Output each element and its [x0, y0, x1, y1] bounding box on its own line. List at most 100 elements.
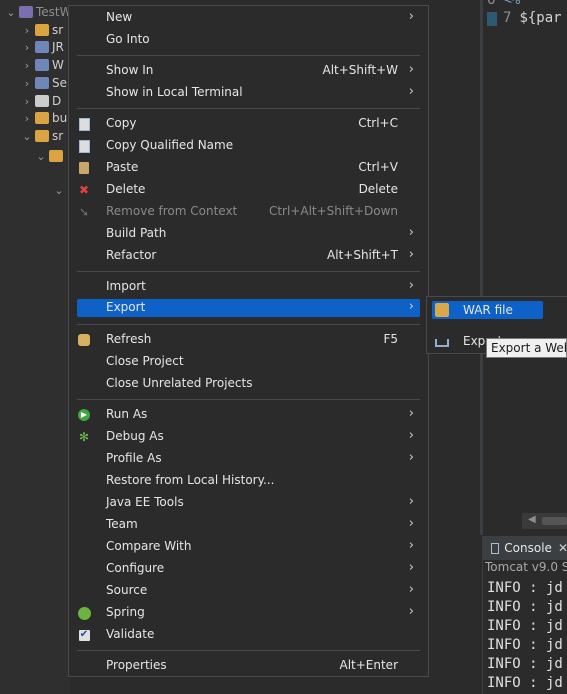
close-icon[interactable]: ✕ [558, 541, 567, 555]
menu-item-restore-from-local-history[interactable]: Restore from Local History... [77, 470, 420, 492]
chevron-right-icon[interactable]: › [22, 95, 32, 108]
project-explorer: ⌄ TestW › sr › JR › W › Se › D › bu ⌄ sr… [0, 0, 72, 694]
menu-item-shortcut: Ctrl+C [358, 116, 398, 130]
context-menu: New › Go Into Show In Alt+Shift+W › Show… [68, 5, 429, 677]
submenu-item-export[interactable]: Export [432, 332, 502, 350]
menu-item-debug-as[interactable]: ✻ Debug As › [77, 426, 420, 448]
tree-row[interactable]: ⌄ sr [22, 126, 63, 146]
menu-item-paste[interactable]: Paste Ctrl+V [77, 157, 420, 179]
menu-item-source[interactable]: Source › [77, 580, 420, 602]
menu-item-java-ee-tools[interactable]: Java EE Tools › [77, 492, 420, 514]
menu-item-run-as[interactable]: ▶ Run As › [77, 404, 420, 426]
menu-item-new[interactable]: New › [77, 7, 420, 29]
menu-item-compare-with[interactable]: Compare With › [77, 536, 420, 558]
menu-item-label: Team [106, 517, 138, 531]
code-editor[interactable]: 6 <% 7 ${par [480, 0, 567, 535]
tree-label: D [52, 94, 62, 108]
chevron-right-icon: › [408, 516, 414, 531]
tree-label: Se [52, 76, 67, 90]
chevron-right-icon[interactable]: › [22, 41, 32, 54]
menu-item-configure[interactable]: Configure › [77, 558, 420, 580]
menu-item-label: Go Into [106, 32, 150, 46]
chevron-down-icon[interactable]: ⌄ [6, 6, 16, 19]
menu-item-close-project[interactable]: Close Project [77, 351, 420, 373]
menu-item-label: Paste [106, 160, 139, 174]
folder-icon [35, 112, 49, 124]
menu-item-shortcut: Ctrl+V [358, 160, 398, 174]
editor-line: 7 ${par [503, 10, 562, 26]
tree-row[interactable]: › W [22, 55, 64, 75]
menu-item-shortcut: Delete [358, 182, 398, 196]
scrollbar-thumb[interactable] [542, 517, 567, 525]
menu-item-properties[interactable]: Properties Alt+Enter [77, 655, 420, 677]
tree-row[interactable]: ⌄ [36, 146, 66, 166]
chevron-down-icon[interactable]: ⌄ [36, 150, 46, 163]
chevron-right-icon: › [408, 406, 414, 421]
menu-item-label: Export [106, 300, 146, 314]
menu-item-label: Properties [106, 658, 167, 672]
change-marker [487, 12, 497, 26]
submenu-item-war-file[interactable]: WAR file [432, 301, 543, 319]
menu-item-refactor[interactable]: Refactor Alt+Shift+T › [77, 245, 420, 267]
console-tab-label: Console [504, 541, 552, 555]
tree-row[interactable]: ⌄ [54, 180, 64, 200]
line-number: 6 [487, 0, 496, 8]
menu-item-label: Java EE Tools [106, 495, 184, 509]
chevron-right-icon: › [408, 84, 414, 99]
menu-item-shortcut: F5 [383, 332, 398, 346]
validate-icon: ✔ [78, 629, 90, 641]
menu-item-go-into[interactable]: Go Into [77, 29, 420, 51]
menu-item-build-path[interactable]: Build Path › [77, 223, 420, 245]
menu-item-spring[interactable]: Spring › [77, 602, 420, 624]
menu-item-refresh[interactable]: Refresh F5 [77, 329, 420, 351]
chevron-down-icon[interactable]: ⌄ [22, 130, 32, 143]
tree-row[interactable]: › bu [22, 108, 67, 128]
menu-item-export[interactable]: Export › [77, 299, 420, 317]
menu-item-shortcut: Alt+Shift+W [322, 63, 399, 77]
tree-row[interactable]: › Se [22, 73, 67, 93]
chevron-right-icon[interactable]: › [22, 77, 32, 90]
chevron-right-icon[interactable]: › [22, 112, 32, 125]
console-line: INFO : jd [487, 656, 563, 672]
menu-item-copy-qualified-name[interactable]: Copy Qualified Name [77, 135, 420, 157]
tab-console[interactable]: Console ✕ [483, 536, 567, 560]
menu-item-profile-as[interactable]: Profile As › [77, 448, 420, 470]
tree-label: TestW [36, 5, 72, 19]
scroll-left-icon[interactable]: ◀ [528, 514, 536, 525]
tree-label: W [52, 58, 64, 72]
horizontal-scrollbar[interactable]: ◀ [522, 513, 567, 529]
menu-item-validate[interactable]: ✔ Validate [77, 624, 420, 646]
chevron-right-icon: › [408, 428, 414, 443]
tree-row[interactable]: › JR [22, 37, 64, 57]
chevron-right-icon[interactable]: › [22, 59, 32, 72]
menu-item-label: Spring [106, 605, 145, 619]
chevron-right-icon: › [408, 62, 414, 77]
menu-item-team[interactable]: Team › [77, 514, 420, 536]
run-icon: ▶ [77, 408, 91, 422]
menu-item-label: Run As [106, 407, 148, 421]
menu-item-import[interactable]: Import › [77, 276, 420, 298]
console-line: INFO : jd [487, 618, 563, 634]
chevron-right-icon[interactable]: › [22, 24, 32, 37]
library-icon [35, 59, 49, 71]
tree-label: sr [52, 129, 64, 143]
menu-item-copy[interactable]: Copy Ctrl+C [77, 113, 420, 135]
menu-item-show-in[interactable]: Show In Alt+Shift+W › [77, 60, 420, 82]
menu-item-show-in-local-terminal[interactable]: Show in Local Terminal › [77, 82, 420, 104]
remove-icon: ➘ [78, 205, 90, 219]
console-line: INFO : jd [487, 637, 563, 653]
tree-row-project[interactable]: ⌄ TestW [6, 2, 72, 22]
menu-item-label: Profile As [106, 451, 162, 465]
war-file-icon [435, 303, 449, 317]
menu-item-label: Import [106, 279, 146, 293]
chevron-right-icon: › [408, 225, 414, 240]
refresh-icon [77, 333, 91, 347]
chevron-down-icon[interactable]: ⌄ [54, 184, 64, 197]
chevron-right-icon: › [408, 560, 414, 575]
menu-item-delete[interactable]: ✖ Delete Delete [77, 179, 420, 201]
menu-separator [77, 399, 420, 400]
folder-icon [35, 24, 49, 36]
export-icon [435, 334, 449, 348]
menu-item-close-unrelated-projects[interactable]: Close Unrelated Projects [77, 373, 420, 395]
chevron-right-icon: › [408, 247, 414, 262]
